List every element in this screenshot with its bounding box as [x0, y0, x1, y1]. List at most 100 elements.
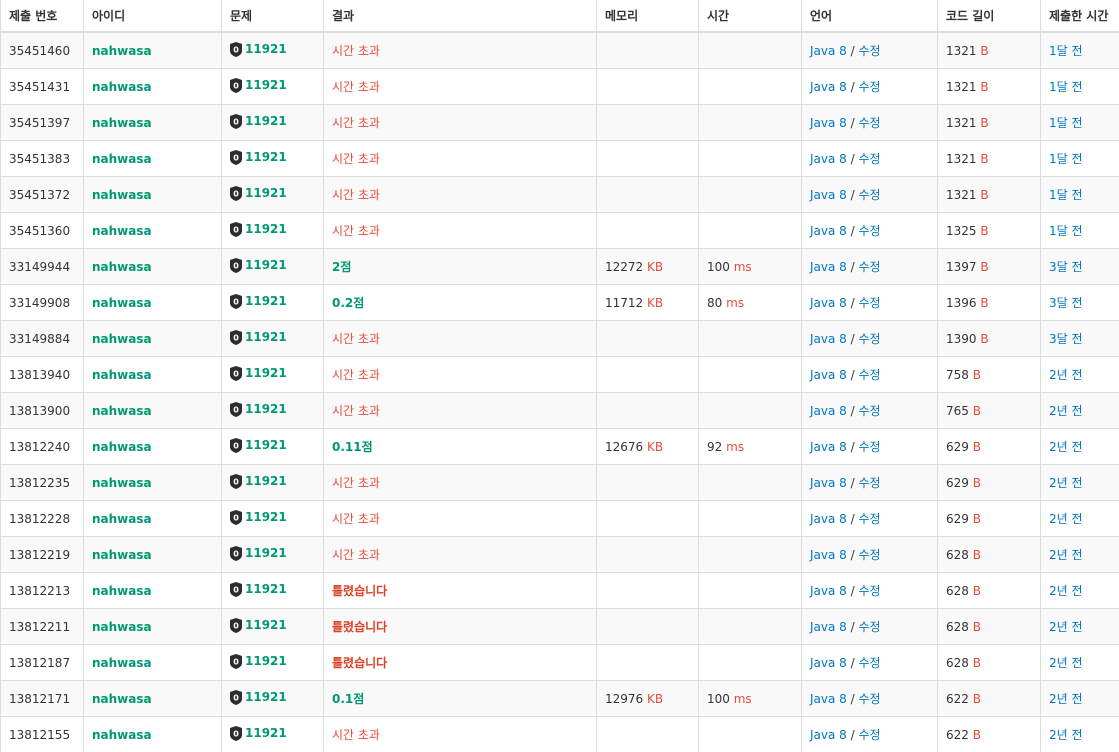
problem-link[interactable]: 11921	[245, 294, 287, 308]
problem-link[interactable]: 11921	[245, 366, 287, 380]
problem-link[interactable]: 11921	[245, 690, 287, 704]
language-link[interactable]: Java 8	[810, 656, 847, 670]
submitted-time-link[interactable]: 1달 전	[1049, 152, 1083, 166]
submitted-time-link[interactable]: 2년 전	[1049, 692, 1083, 706]
problem-link[interactable]: 11921	[245, 546, 287, 560]
user-link[interactable]: nahwasa	[92, 692, 152, 706]
user-link[interactable]: nahwasa	[92, 404, 152, 418]
edit-code-link[interactable]: 수정	[858, 80, 880, 94]
problem-link[interactable]: 11921	[245, 186, 287, 200]
problem-link[interactable]: 11921	[245, 726, 287, 740]
language-link[interactable]: Java 8	[810, 224, 847, 238]
edit-code-link[interactable]: 수정	[858, 296, 880, 310]
user-link[interactable]: nahwasa	[92, 620, 152, 634]
user-link[interactable]: nahwasa	[92, 224, 152, 238]
language-link[interactable]: Java 8	[810, 332, 847, 346]
edit-code-link[interactable]: 수정	[858, 368, 880, 382]
edit-code-link[interactable]: 수정	[858, 656, 880, 670]
submitted-time-link[interactable]: 3달 전	[1049, 332, 1083, 346]
user-link[interactable]: nahwasa	[92, 260, 152, 274]
edit-code-link[interactable]: 수정	[858, 332, 880, 346]
problem-link[interactable]: 11921	[245, 222, 287, 236]
submitted-time-link[interactable]: 1달 전	[1049, 80, 1083, 94]
problem-link[interactable]: 11921	[245, 78, 287, 92]
edit-code-link[interactable]: 수정	[858, 44, 880, 58]
language-link[interactable]: Java 8	[810, 548, 847, 562]
language-link[interactable]: Java 8	[810, 80, 847, 94]
problem-link[interactable]: 11921	[245, 330, 287, 344]
edit-code-link[interactable]: 수정	[858, 224, 880, 238]
edit-code-link[interactable]: 수정	[858, 152, 880, 166]
user-link[interactable]: nahwasa	[92, 584, 152, 598]
submitted-time-link[interactable]: 2년 전	[1049, 620, 1083, 634]
edit-code-link[interactable]: 수정	[858, 260, 880, 274]
problem-link[interactable]: 11921	[245, 618, 287, 632]
problem-link[interactable]: 11921	[245, 258, 287, 272]
edit-code-link[interactable]: 수정	[858, 512, 880, 526]
submitted-time-link[interactable]: 3달 전	[1049, 296, 1083, 310]
edit-code-link[interactable]: 수정	[858, 116, 880, 130]
language-link[interactable]: Java 8	[810, 584, 847, 598]
user-link[interactable]: nahwasa	[92, 656, 152, 670]
language-link[interactable]: Java 8	[810, 368, 847, 382]
submitted-time-link[interactable]: 2년 전	[1049, 368, 1083, 382]
edit-code-link[interactable]: 수정	[858, 620, 880, 634]
user-link[interactable]: nahwasa	[92, 296, 152, 310]
submitted-time-link[interactable]: 2년 전	[1049, 584, 1083, 598]
problem-link[interactable]: 11921	[245, 402, 287, 416]
user-link[interactable]: nahwasa	[92, 116, 152, 130]
problem-link[interactable]: 11921	[245, 42, 287, 56]
submitted-time-link[interactable]: 2년 전	[1049, 548, 1083, 562]
problem-link[interactable]: 11921	[245, 654, 287, 668]
edit-code-link[interactable]: 수정	[858, 440, 880, 454]
edit-code-link[interactable]: 수정	[858, 728, 880, 742]
user-link[interactable]: nahwasa	[92, 440, 152, 454]
language-link[interactable]: Java 8	[810, 476, 847, 490]
submitted-time-link[interactable]: 2년 전	[1049, 404, 1083, 418]
problem-link[interactable]: 11921	[245, 150, 287, 164]
edit-code-link[interactable]: 수정	[858, 548, 880, 562]
problem-link[interactable]: 11921	[245, 114, 287, 128]
user-link[interactable]: nahwasa	[92, 728, 152, 742]
language-link[interactable]: Java 8	[810, 296, 847, 310]
edit-code-link[interactable]: 수정	[858, 188, 880, 202]
language-link[interactable]: Java 8	[810, 44, 847, 58]
user-link[interactable]: nahwasa	[92, 332, 152, 346]
language-link[interactable]: Java 8	[810, 152, 847, 166]
submitted-time-link[interactable]: 2년 전	[1049, 512, 1083, 526]
language-link[interactable]: Java 8	[810, 692, 847, 706]
user-link[interactable]: nahwasa	[92, 188, 152, 202]
edit-code-link[interactable]: 수정	[858, 476, 880, 490]
language-link[interactable]: Java 8	[810, 404, 847, 418]
edit-code-link[interactable]: 수정	[858, 404, 880, 418]
language-link[interactable]: Java 8	[810, 116, 847, 130]
language-link[interactable]: Java 8	[810, 440, 847, 454]
user-link[interactable]: nahwasa	[92, 368, 152, 382]
problem-link[interactable]: 11921	[245, 438, 287, 452]
problem-link[interactable]: 11921	[245, 510, 287, 524]
language-link[interactable]: Java 8	[810, 260, 847, 274]
language-link[interactable]: Java 8	[810, 728, 847, 742]
submitted-time-link[interactable]: 1달 전	[1049, 44, 1083, 58]
user-link[interactable]: nahwasa	[92, 512, 152, 526]
problem-link[interactable]: 11921	[245, 582, 287, 596]
submitted-time-link[interactable]: 1달 전	[1049, 116, 1083, 130]
language-link[interactable]: Java 8	[810, 512, 847, 526]
edit-code-link[interactable]: 수정	[858, 584, 880, 598]
submitted-time-link[interactable]: 2년 전	[1049, 440, 1083, 454]
submitted-time-link[interactable]: 3달 전	[1049, 260, 1083, 274]
language-link[interactable]: Java 8	[810, 188, 847, 202]
submitted-time-link[interactable]: 2년 전	[1049, 656, 1083, 670]
submitted-time-link[interactable]: 2년 전	[1049, 728, 1083, 742]
problem-link[interactable]: 11921	[245, 474, 287, 488]
user-link[interactable]: nahwasa	[92, 152, 152, 166]
submitted-time-link[interactable]: 2년 전	[1049, 476, 1083, 490]
user-link[interactable]: nahwasa	[92, 44, 152, 58]
user-link[interactable]: nahwasa	[92, 476, 152, 490]
user-link[interactable]: nahwasa	[92, 80, 152, 94]
submitted-time-link[interactable]: 1달 전	[1049, 224, 1083, 238]
user-link[interactable]: nahwasa	[92, 548, 152, 562]
language-link[interactable]: Java 8	[810, 620, 847, 634]
edit-code-link[interactable]: 수정	[858, 692, 880, 706]
submitted-time-link[interactable]: 1달 전	[1049, 188, 1083, 202]
